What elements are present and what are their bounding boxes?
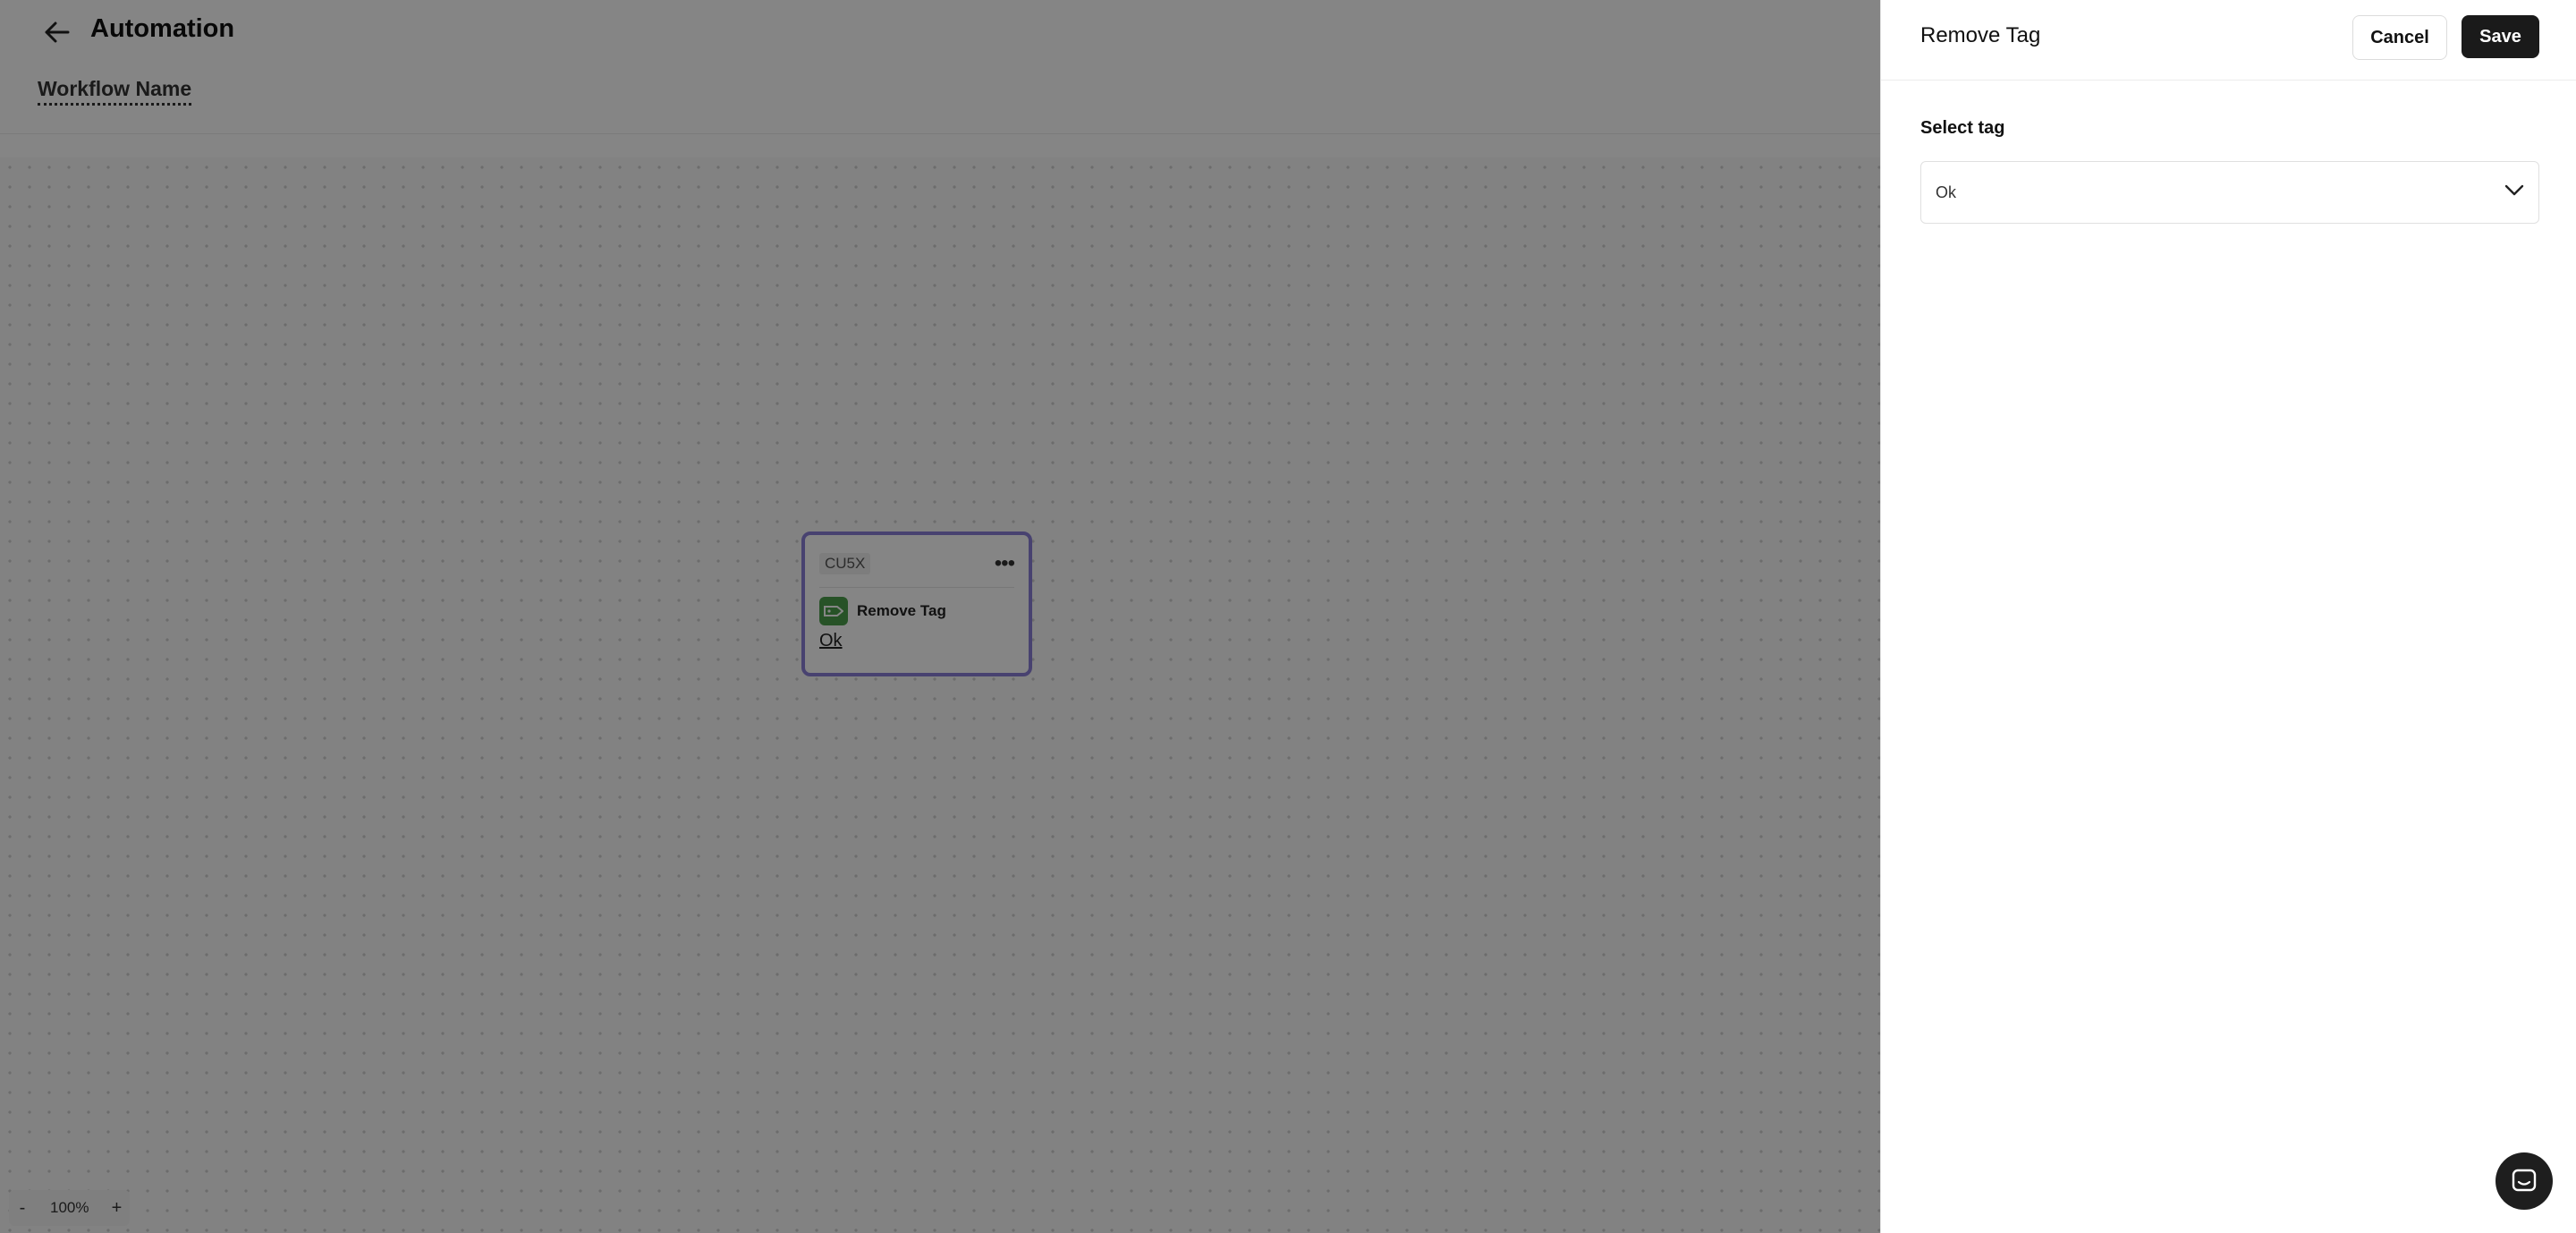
chat-support-icon[interactable] [2496, 1152, 2553, 1210]
drawer-title: Remove Tag [1920, 23, 2041, 47]
remove-tag-drawer: Remove Tag Cancel Save Select tag Ok [1880, 0, 2576, 1233]
save-button[interactable]: Save [2462, 15, 2539, 58]
cancel-button[interactable]: Cancel [2352, 15, 2447, 60]
tag-select[interactable]: Ok [1920, 161, 2539, 224]
select-tag-label: Select tag [1920, 118, 2005, 138]
drawer-header: Remove Tag Cancel Save [1881, 0, 2576, 81]
modal-backdrop[interactable] [0, 0, 1880, 1233]
selected-tag-value: Ok [1936, 183, 1957, 201]
chevron-down-icon [2504, 184, 2524, 201]
